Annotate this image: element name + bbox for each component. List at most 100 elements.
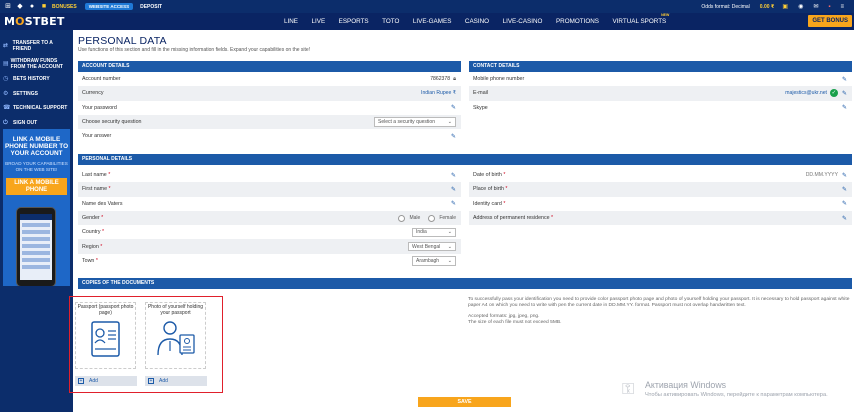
promo-subtitle: BROAD YOUR CAPABILITIES ON THE WEB SITE! — [5, 161, 68, 172]
main-header: MOSTBET LINE LIVE ESPORTS TOTO LIVE-GAME… — [0, 13, 854, 30]
gender-female-radio[interactable]: Female — [428, 214, 456, 222]
edit-pob-icon[interactable]: ✎ — [842, 186, 847, 193]
android-icon[interactable]: ◆ — [16, 3, 24, 11]
nav-virtual-sports[interactable]: VIRTUAL SPORTS NEW — [612, 13, 679, 25]
edit-first-name-icon[interactable]: ✎ — [451, 186, 456, 193]
person-with-passport-icon — [156, 321, 195, 356]
windows-icon[interactable]: ⊞ — [4, 3, 12, 11]
add-selfie-button[interactable]: + Add — [145, 376, 207, 386]
contact-details-section: CONTACT DETAILS Mobile phone number ✎ E-… — [469, 61, 852, 115]
page-title: PERSONAL DATA — [78, 35, 167, 47]
edit-skype-icon[interactable]: ✎ — [842, 104, 847, 111]
dob-row: Date of birth * DD.MM.YYYY ✎ — [473, 172, 847, 179]
sidebar-item-support[interactable]: ☎ TECHNICAL SUPPORT — [0, 100, 73, 115]
top-strip: ⊞ ◆ ● ■ BONUSES WEBSITE ACCESS DEPOSIT O… — [0, 0, 854, 13]
chevron-down-icon: ⌄ — [447, 229, 452, 236]
security-question-select[interactable]: Select a security question ⌄ — [374, 117, 456, 127]
gift-icon[interactable]: ■ — [40, 3, 48, 11]
passport-icon — [90, 321, 120, 357]
region-select[interactable]: West Bengal ⌄ — [408, 241, 456, 252]
page-subtitle: Use functions of this section and fill i… — [78, 47, 311, 53]
chevron-down-icon: ⌄ — [447, 243, 452, 250]
documents-section: COPIES OF THE DOCUMENTS — [78, 278, 852, 289]
documents-header: COPIES OF THE DOCUMENTS — [78, 278, 852, 289]
signout-icon: ⏻ — [3, 119, 8, 126]
save-button[interactable]: SAVE — [418, 397, 511, 407]
email-row: E-mail majestics@ukr.net ✓ ✎ — [469, 86, 852, 101]
sidebar-item-sign-out[interactable]: ⏻ SIGN OUT — [0, 115, 73, 130]
plus-icon: + — [78, 378, 84, 384]
personal-details-section: PERSONAL DETAILS — [78, 154, 852, 165]
nav-casino[interactable]: CASINO — [465, 18, 489, 25]
country-row: Country * India ⌄ — [78, 225, 461, 239]
last-name-row: Last name * ✎ — [82, 172, 456, 179]
mail-icon[interactable]: ✉ — [813, 3, 818, 10]
town-select[interactable]: Arambagh ⌄ — [412, 256, 456, 266]
gender-male-radio[interactable]: Male — [398, 214, 420, 222]
sidebar-item-transfer[interactable]: ⇄ TRANSFER TO A FRIEND — [0, 38, 73, 55]
edit-last-name-icon[interactable]: ✎ — [451, 172, 456, 179]
selfie-label: Photo of yourself holding your passport — [147, 304, 204, 316]
user-icon[interactable]: ◉ — [798, 3, 803, 10]
key-icon: ⚿ — [622, 381, 635, 398]
password-row: Your password ✎ — [82, 104, 456, 112]
verified-check-icon: ✓ — [829, 89, 838, 98]
nav-toto[interactable]: TOTO — [382, 18, 399, 25]
edit-answer-icon[interactable]: ✎ — [451, 133, 456, 140]
documents-size-limit: The size of each file must not exceed 5M… — [468, 319, 562, 325]
nav-live[interactable]: LIVE — [312, 18, 326, 25]
mobile-phone-row: Mobile phone number ✎ — [473, 76, 847, 83]
account-number-row: Account number 7862378 🔒︎ — [82, 75, 456, 83]
contact-details-header: CONTACT DETAILS — [469, 61, 852, 72]
region-row: Region * West Bengal ⌄ — [78, 239, 461, 254]
passport-label: Passport (passport photo page) — [77, 304, 134, 316]
website-access-button[interactable]: WEBSITE ACCESS — [84, 3, 134, 10]
edit-dob-icon[interactable]: ✎ — [842, 172, 847, 179]
dob-placeholder[interactable]: DD.MM.YYYY — [806, 172, 838, 178]
main-nav: LINE LIVE ESPORTS TOTO LIVE-GAMES CASINO… — [284, 13, 693, 30]
selfie-upload[interactable]: Photo of yourself holding your passport — [145, 302, 206, 369]
nav-promotions[interactable]: PROMOTIONS — [556, 18, 599, 25]
bonuses-link[interactable]: BONUSES — [52, 4, 77, 10]
skype-row: Skype ✎ — [473, 104, 847, 112]
nav-line[interactable]: LINE — [284, 18, 298, 25]
edit-id-card-icon[interactable]: ✎ — [842, 200, 847, 207]
get-bonus-button[interactable]: GET BONUS — [808, 15, 852, 27]
first-name-row: First name * ✎ — [78, 182, 461, 197]
passport-upload[interactable]: Passport (passport photo page) — [75, 302, 136, 369]
wallet-icon[interactable]: ▣ — [782, 3, 788, 10]
chevron-down-icon: ⌄ — [447, 257, 452, 264]
logo[interactable]: MOSTBET — [4, 15, 65, 28]
menu-icon[interactable]: ≡ — [840, 4, 844, 10]
chevron-down-icon: ⌄ — [447, 119, 452, 126]
flag-icon[interactable]: ▪ — [828, 4, 830, 10]
withdraw-icon: ▤ — [3, 60, 9, 67]
odds-format[interactable]: Odds format: Decimal — [701, 4, 749, 10]
nav-live-casino[interactable]: LIVE-CASINO — [503, 18, 543, 25]
currency-row: Currency Indian Rupee ₹ — [78, 86, 461, 101]
apple-icon[interactable]: ● — [28, 3, 36, 11]
edit-middle-name-icon[interactable]: ✎ — [451, 200, 456, 207]
middle-name-row: Name des Vaters ✎ — [82, 200, 456, 208]
documents-info: To successfully pass your identification… — [468, 297, 852, 326]
edit-phone-icon[interactable]: ✎ — [842, 76, 847, 83]
sidebar-item-settings[interactable]: ⚙ SETTINGS — [0, 86, 73, 101]
link-phone-button[interactable]: LINK A MOBILE PHONE — [6, 178, 67, 195]
new-badge: NEW — [661, 13, 670, 17]
main-content: PERSONAL DATA Use functions of this sect… — [69, 30, 854, 412]
security-question-row: Choose security question Select a securi… — [78, 114, 461, 130]
phone-illustration — [16, 207, 56, 286]
edit-email-icon[interactable]: ✎ — [842, 90, 847, 97]
country-select[interactable]: India ⌄ — [412, 227, 456, 238]
lock-icon: 🔒︎ — [453, 75, 456, 82]
pob-row: Place of birth * ✎ — [469, 182, 852, 197]
sidebar: ⇄ TRANSFER TO A FRIEND ▤ WITHDRAW FUNDS FR… — [0, 30, 73, 412]
nav-esports[interactable]: ESPORTS — [339, 18, 369, 25]
sidebar-item-withdraw[interactable]: ▤ WITHDRAW FUNDS FROM THE ACCOUNT — [0, 55, 73, 73]
add-passport-button[interactable]: + Add — [75, 376, 137, 386]
nav-live-games[interactable]: LIVE-GAMES — [413, 18, 452, 25]
edit-password-icon[interactable]: ✎ — [451, 104, 456, 111]
edit-address-icon[interactable]: ✎ — [842, 215, 847, 222]
deposit-link[interactable]: DEPOSIT — [140, 4, 162, 10]
sidebar-item-bets-history[interactable]: ◷ BETS HISTORY — [0, 73, 73, 86]
